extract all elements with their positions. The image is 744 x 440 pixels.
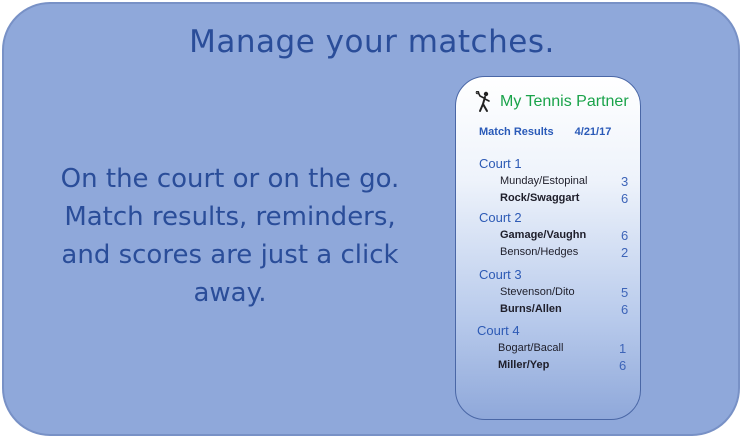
phone-mockup: My Tennis Partner Match Results 4/21/17 … — [455, 76, 641, 420]
court-block[interactable]: Court 1 Munday/Estopinal 3 Rock/Swaggart… — [479, 155, 629, 207]
tagline-line: Match results, reminders, — [64, 202, 396, 232]
court-block[interactable]: Court 2 Gamage/Vaughn 6 Benson/Hedges 2 — [479, 209, 629, 261]
results-label: Match Results — [479, 126, 554, 138]
team-score: 6 — [619, 358, 627, 373]
team-row: Miller/Yep 6 — [477, 357, 627, 374]
app-title: My Tennis Partner — [500, 93, 629, 110]
team-name: Rock/Swaggart — [500, 192, 580, 204]
tagline-line: away. — [193, 278, 267, 308]
team-row: Gamage/Vaughn 6 — [479, 227, 629, 244]
tagline-line: and scores are just a click — [61, 240, 399, 270]
team-name: Miller/Yep — [498, 359, 550, 371]
team-score: 6 — [621, 191, 629, 206]
team-score: 6 — [621, 302, 629, 317]
team-name: Burns/Allen — [500, 303, 562, 315]
team-row: Burns/Allen 6 — [479, 301, 629, 318]
court-label: Court 1 — [479, 156, 522, 171]
team-name: Gamage/Vaughn — [500, 229, 587, 241]
team-row: Bogart/Bacall 1 — [477, 340, 627, 357]
team-row: Rock/Swaggart 6 — [479, 190, 629, 207]
court-block[interactable]: Court 3 Stevenson/Dito 5 Burns/Allen 6 — [479, 266, 629, 318]
team-row: Munday/Estopinal 3 — [479, 173, 629, 190]
court-block[interactable]: Court 4 Bogart/Bacall 1 Miller/Yep 6 — [477, 322, 627, 374]
headline: Manage your matches. — [189, 24, 555, 60]
team-name: Bogart/Bacall — [498, 342, 564, 354]
team-name: Stevenson/Dito — [500, 286, 575, 298]
results-header: Match Results 4/21/17 — [479, 126, 629, 138]
app-header: My Tennis Partner — [474, 91, 629, 113]
tagline-line: On the court or on the go. — [60, 164, 400, 194]
tagline: On the court or on the go. Match results… — [20, 160, 440, 312]
team-score: 2 — [621, 245, 629, 260]
results-date: 4/21/17 — [574, 126, 612, 138]
team-name: Benson/Hedges — [500, 246, 579, 258]
team-row: Stevenson/Dito 5 — [479, 284, 629, 301]
court-label: Court 4 — [477, 323, 520, 338]
team-score: 6 — [621, 228, 629, 243]
team-score: 1 — [619, 341, 627, 356]
team-row: Benson/Hedges 2 — [479, 244, 629, 261]
team-score: 5 — [621, 285, 629, 300]
tennis-player-icon — [475, 91, 490, 112]
court-label: Court 3 — [479, 267, 522, 282]
team-score: 3 — [621, 174, 629, 189]
court-label: Court 2 — [479, 210, 522, 225]
team-name: Munday/Estopinal — [500, 175, 588, 187]
